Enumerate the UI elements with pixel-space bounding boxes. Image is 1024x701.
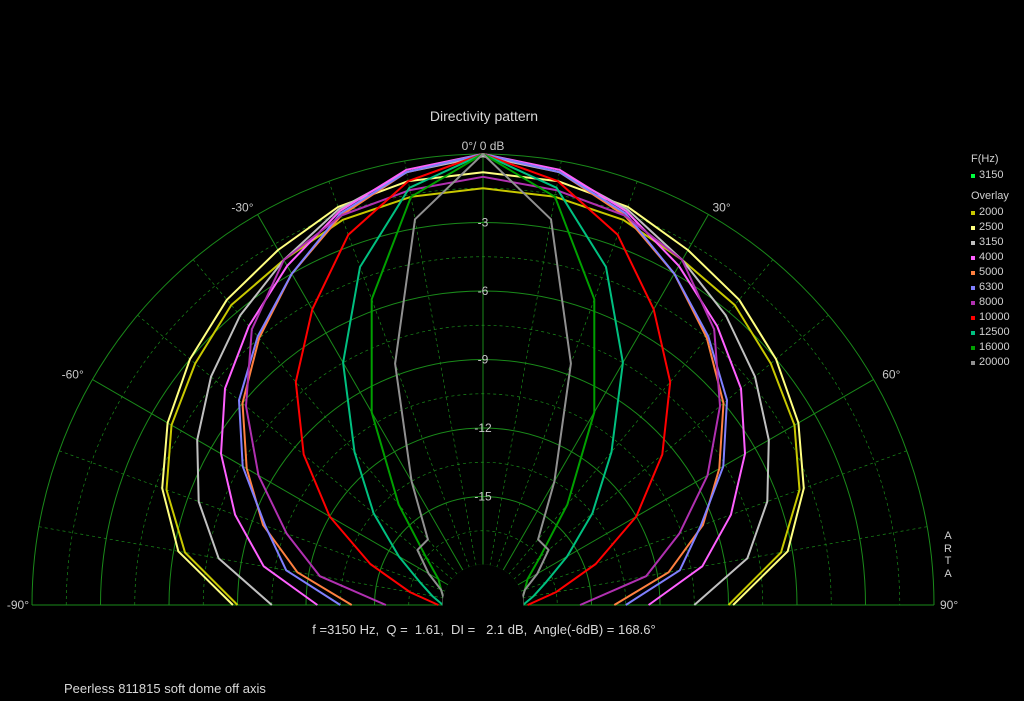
legend-item-2500: 2500 [971,220,1010,235]
legend-label: 6300 [979,281,1004,293]
angle-label: 30° [713,200,731,214]
legend-item-10000: 10000 [971,310,1010,325]
legend-item-16000: 16000 [971,340,1010,355]
angle-label: -60° [62,368,84,382]
polar-hub [442,564,524,606]
chart-title: Directivity pattern [429,108,539,124]
legend-label: 2000 [979,206,1004,218]
angle-label: 90° [940,598,958,612]
legend-current-item: 3150 [971,168,1010,183]
legend-swatch [971,210,975,215]
radial-tick-label: -6 [478,284,489,298]
legend-label: 3150 [979,236,1004,248]
legend-item-6300: 6300 [971,280,1010,295]
legend-swatch [971,330,975,335]
legend-label: 16000 [979,341,1010,353]
grid-spoke [192,259,458,575]
legend-item-5000: 5000 [971,265,1010,280]
polar-chart: -3 -6 -9 -12 -15 0°/ 0 dB -30° 30° -60° 60° -90° 90… [7,139,959,612]
legend-label: 8000 [979,296,1004,308]
legend-item-12500: 12500 [971,325,1010,340]
legend-swatch [971,270,975,275]
angle-label: 0°/ 0 dB [462,139,505,153]
radial-tick-label: -3 [478,216,489,230]
legend-item-4000: 4000 [971,250,1010,265]
legend-label: 10000 [979,311,1010,323]
watermark-letter: A [944,530,952,542]
legend-item-20000: 20000 [971,355,1010,370]
legend-swatch [971,255,975,260]
legend-label: 5000 [979,266,1004,278]
legend-label: 20000 [979,356,1010,368]
radial-tick-label: -9 [478,353,489,367]
legend-overlay-list: 2000 2500 3150 4000 5000 6300 8000 10000 12500 16… [971,205,1010,370]
watermark-letter: A [944,567,952,580]
legend: F(Hz) 3150 Overlay 2000 2500 3150 4000 5000 6… [971,152,1010,370]
legend-swatch [971,345,975,350]
legend-item-8000: 8000 [971,295,1010,310]
arta-watermark: ARTA [943,530,953,580]
radial-tick-label: -15 [474,490,492,504]
legend-swatch [971,173,975,178]
legend-label: 3150 [979,169,1004,181]
legend-current-header: F(Hz) [971,153,999,165]
caption: Peerless 811815 soft dome off axis [64,681,266,696]
grid-spoke [508,259,774,575]
legend-overlay-header: Overlay [971,190,1009,202]
legend-label: 2500 [979,221,1004,233]
legend-swatch [971,360,975,365]
legend-item-3150: 3150 [971,235,1010,250]
legend-swatch [971,240,975,245]
grid-spoke [137,314,453,580]
angle-label: -90° [7,598,29,612]
watermark-letter: R [944,542,952,555]
legend-label: 12500 [979,326,1010,338]
legend-swatch [971,300,975,305]
legend-label: 4000 [979,251,1004,263]
grid-spoke [513,314,829,580]
legend-swatch [971,285,975,290]
legend-swatch [971,315,975,320]
watermark-letter: T [944,555,952,567]
legend-item-2000: 2000 [971,205,1010,220]
angle-label: -30° [231,200,253,214]
stats-readout: f =3150 Hz, Q = 1.61, DI = 2.1 dB, Angle… [312,622,656,637]
angle-label: 60° [882,368,900,382]
radial-tick-label: -12 [474,421,492,435]
legend-swatch [971,225,975,230]
